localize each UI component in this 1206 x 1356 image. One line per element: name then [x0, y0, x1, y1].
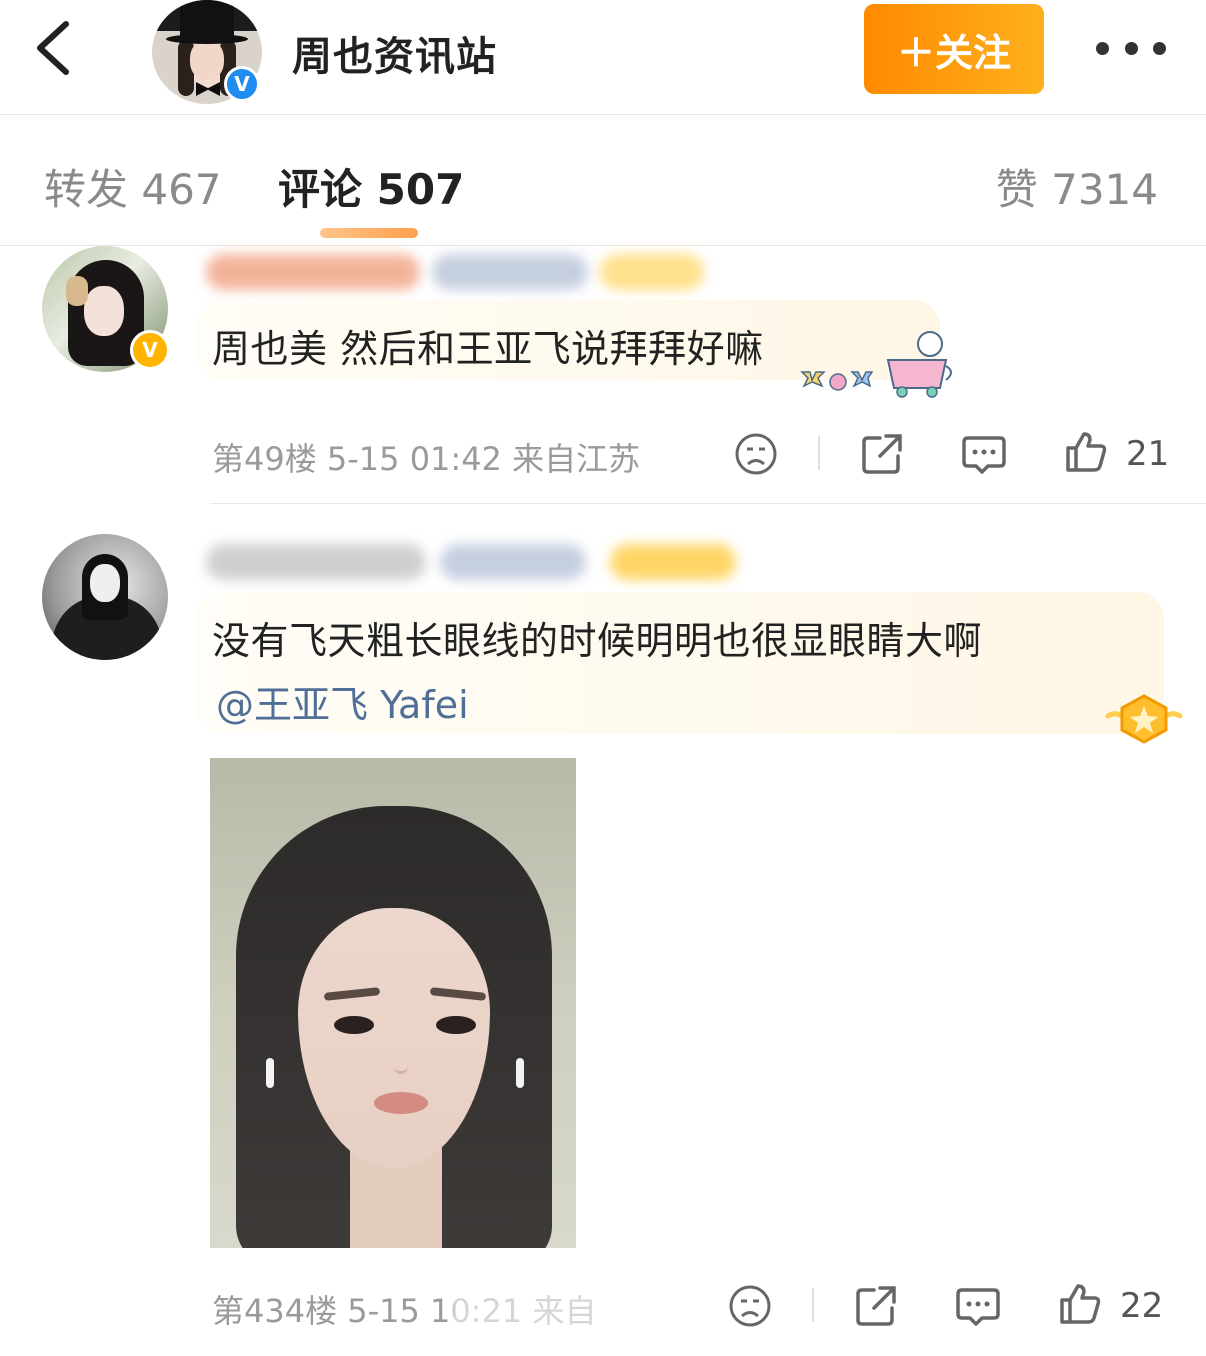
blurred-username — [206, 254, 420, 290]
share-icon[interactable] — [854, 1284, 898, 1328]
divider — [812, 1288, 814, 1322]
blurred-badge — [432, 254, 588, 290]
verified-badge-icon: V — [224, 66, 260, 102]
watermark-overlay — [452, 1286, 772, 1340]
dislike-face-icon[interactable] — [734, 432, 778, 476]
dislike-face-icon[interactable] — [728, 1284, 772, 1328]
blurred-badge — [440, 544, 586, 580]
top-bar: V 周也资讯站 ＋关注 — [0, 0, 1206, 115]
share-icon[interactable] — [860, 432, 904, 476]
comment-divider — [210, 503, 1206, 504]
comment-image[interactable] — [210, 758, 576, 1248]
tab-bar: 转发 467 评论 507 赞 7314 — [0, 116, 1206, 246]
verified-badge-icon: V — [130, 330, 170, 370]
tab-likes[interactable]: 赞 7314 — [996, 156, 1158, 217]
blurred-badge — [600, 254, 704, 290]
back-arrow-icon[interactable] — [30, 18, 80, 78]
reply-comment-icon[interactable] — [956, 1284, 1000, 1328]
tab-comments[interactable]: 评论 507 — [278, 156, 464, 217]
like-count: 21 — [1126, 434, 1170, 474]
user-mention-link[interactable]: @王亚飞 Yafei — [216, 674, 469, 729]
commenter-avatar[interactable] — [42, 534, 168, 660]
comment-text: 周也美 然后和王亚飞说拜拜好嘛 — [212, 327, 764, 371]
divider — [818, 436, 820, 470]
like-count: 22 — [1120, 1286, 1164, 1326]
account-name[interactable]: 周也资讯站 — [292, 24, 497, 82]
comment-text: 没有飞天粗长眼线的时候明明也很显眼睛大啊 — [212, 619, 983, 663]
more-options-icon[interactable] — [1096, 38, 1166, 58]
blurred-username — [206, 544, 426, 580]
active-tab-indicator — [320, 228, 418, 238]
reply-comment-icon[interactable] — [962, 432, 1006, 476]
teacup-sticker-icon — [800, 331, 952, 398]
star-medal-icon — [1105, 694, 1183, 744]
tab-repost[interactable]: 转发 467 — [44, 156, 222, 217]
like-thumb-icon[interactable] — [1058, 1282, 1102, 1326]
follow-button[interactable]: ＋关注 — [864, 4, 1044, 94]
blurred-badge — [610, 544, 736, 580]
like-thumb-icon[interactable] — [1064, 430, 1108, 474]
comment-meta: 第49楼 5-15 01:42 来自江苏 — [212, 440, 641, 478]
